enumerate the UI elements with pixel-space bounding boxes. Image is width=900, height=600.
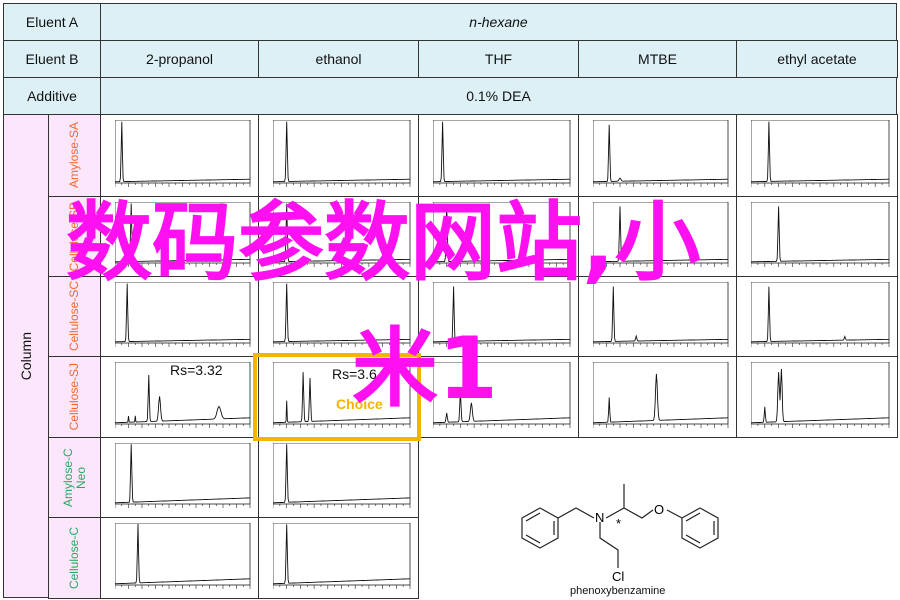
chromatogram-cell — [736, 114, 898, 197]
eluent-b-label: Eluent B — [3, 40, 101, 78]
column-label-cell: Amylose-SA — [48, 114, 101, 197]
chromatogram — [593, 120, 729, 187]
column-label-text: Column — [17, 331, 34, 381]
chromatogram-cell — [418, 114, 579, 197]
column-label-cell: Cellulose-SJ — [48, 356, 101, 438]
chromatogram-cell — [736, 356, 898, 438]
chromatogram-cell — [258, 114, 419, 197]
chromatogram-cell — [258, 437, 419, 518]
eluent-b-1: ethanol — [258, 40, 419, 78]
column-name: Amylose-C Neo — [60, 448, 88, 507]
additive-value: 0.1% DEA — [100, 77, 897, 115]
eluent-b-3: MTBE — [578, 40, 737, 78]
watermark-line2: 米1 — [352, 319, 498, 419]
chromatogram-cell — [100, 114, 259, 197]
eluent-b-2: THF — [418, 40, 579, 78]
chromatogram-cell — [100, 437, 259, 518]
chromatogram-cell — [578, 114, 737, 197]
eluent-a-label: Eluent A — [3, 3, 101, 41]
molecule-name: phenoxybenzamine — [570, 585, 666, 597]
chromatogram — [751, 362, 890, 428]
chromatogram — [115, 523, 251, 589]
chromatogram — [593, 362, 729, 428]
eluent-a-value: n-hexane — [100, 3, 897, 41]
column-label-cell: Amylose-C Neo — [48, 437, 101, 518]
chromatogram-cell — [736, 196, 898, 277]
atom-o: O — [654, 502, 664, 517]
chromatogram-cell — [736, 276, 898, 357]
chromatogram-cell — [258, 517, 419, 599]
column-name: Cellulose-SJ — [67, 363, 81, 431]
atom-n: N — [595, 510, 604, 525]
additive-label: Additive — [3, 77, 101, 115]
chromatogram — [751, 282, 890, 347]
atom-cl: Cl — [612, 569, 624, 582]
chromatogram — [751, 202, 890, 267]
chromatogram — [273, 443, 411, 508]
rs-annotation: Rs=3.32 — [170, 362, 223, 378]
eluent-b-0: 2-propanol — [100, 40, 259, 78]
chromatogram — [273, 523, 411, 589]
column-label-cell: Cellulose-C — [48, 517, 101, 599]
column-axis-label: Column — [3, 114, 49, 598]
phenoxybenzamine-structure: N O Cl * — [521, 484, 719, 582]
column-name: Cellulose-C — [67, 526, 81, 590]
column-name: Amylose-SA — [67, 122, 81, 189]
chromatogram — [115, 443, 251, 508]
chromatogram — [273, 120, 411, 187]
watermark-line1: 数码参数网站,小 — [66, 193, 701, 293]
chromatogram — [115, 120, 251, 187]
chromatogram — [433, 120, 571, 187]
chromatogram-cell — [100, 517, 259, 599]
chromatogram-cell — [578, 356, 737, 438]
chromatogram — [751, 120, 890, 187]
stereo-center: * — [616, 516, 621, 531]
eluent-b-4: ethyl acetate — [736, 40, 898, 78]
